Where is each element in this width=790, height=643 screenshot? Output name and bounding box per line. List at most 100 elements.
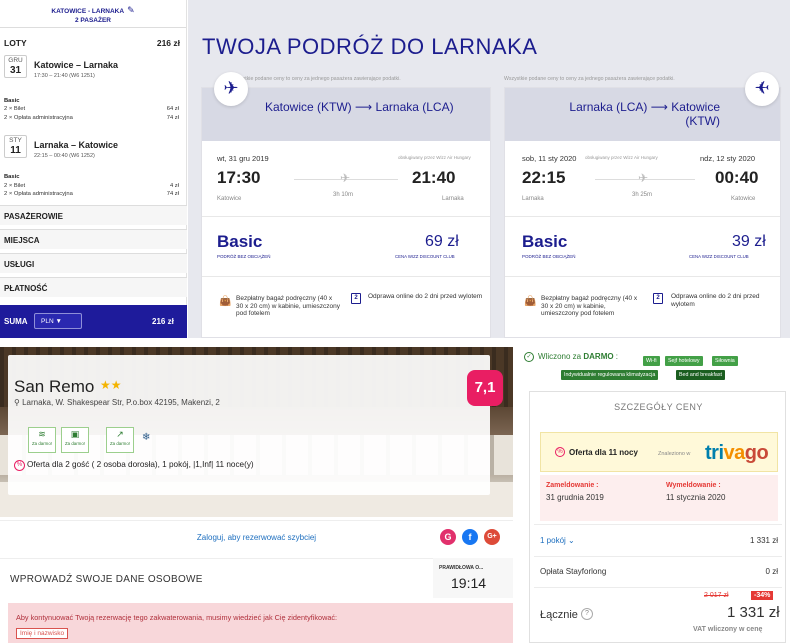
fare-name: Basic xyxy=(4,174,20,180)
price-subtitle: CENA WIZZ DISCOUNT CLUB xyxy=(395,254,455,259)
departure-time: 17:30 xyxy=(217,168,261,187)
total-label: Łącznie xyxy=(540,609,578,621)
price-line-value: 64 zł xyxy=(166,106,179,112)
offer-nights: Oferta dla 11 nocy xyxy=(569,448,638,457)
flight-card-return[interactable]: Larnaka (LCA) ⟶ Katowice (KTW) sob, 11 s… xyxy=(504,87,781,338)
section-services[interactable]: USŁUGI xyxy=(0,253,187,273)
fare-name: Basic xyxy=(217,232,263,251)
fare-label: Basic xyxy=(4,174,179,180)
login-link[interactable]: Zaloguj, aby rezerwować szybciej xyxy=(0,533,513,542)
form-title: WPROWADŹ SWOJE DANE OSOBOWE xyxy=(10,574,203,585)
old-price: 2 017 zł xyxy=(704,592,729,599)
section-seats[interactable]: MIEJSCA xyxy=(0,229,187,249)
tax-note: Wszystkie podane ceny to ceny za jednego… xyxy=(504,76,675,82)
price-line-label: 2 × Bilet xyxy=(4,183,26,189)
flight-day: 31 xyxy=(9,65,22,76)
edit-pencil-icon[interactable]: ✎ xyxy=(127,5,135,15)
ac-icon: ❄ xyxy=(142,432,151,443)
amenity-label: Za darmo! xyxy=(64,441,85,446)
safe-icon: ▣ xyxy=(70,429,80,439)
price-line-label: 2 × Bilet xyxy=(4,106,26,112)
fare-price: 69 zł xyxy=(425,233,459,250)
offer-timer: PRAWIDŁOWA O... 19:14 xyxy=(433,558,513,598)
room-toggle[interactable]: 1 pokój xyxy=(540,536,566,545)
flight-times: 17:30 – 21:40 (W6 1251) xyxy=(34,73,95,79)
wizz-booking-panel: KATOWICE - LARNAKA ✎ 2 PASAŻER LOTY 216 z… xyxy=(0,0,790,338)
card-header: Larnaka (LCA) ⟶ Katowice (KTW) xyxy=(505,88,780,141)
card-route: Katowice (KTW) ⟶ Larnaka (LCA) xyxy=(265,100,454,114)
route-header[interactable]: KATOWICE - LARNAKA ✎ 2 PASAŻER xyxy=(0,0,186,28)
flight-times: 22:15 – 00:40 (W6 1252) xyxy=(34,153,95,159)
amenity-wifi: ≋ Za darmo! xyxy=(28,427,56,453)
vat-note: VAT wliczony w cenę xyxy=(693,626,763,633)
currency-select[interactable]: PLN ▼ xyxy=(34,313,82,329)
divider xyxy=(505,216,780,217)
trivago-logo-text: trivago xyxy=(705,442,769,464)
room-price: 1 331 zł xyxy=(749,536,778,545)
divider xyxy=(202,276,490,277)
flight-duration: 3h 25m xyxy=(632,192,653,198)
price-header: SZCZEGÓŁY CENY xyxy=(614,402,703,412)
price-subtitle: CENA WIZZ DISCOUNT CLUB xyxy=(689,254,749,259)
plane-icon: ✈ xyxy=(638,171,649,185)
flight-card-outbound[interactable]: Katowice (KTW) ⟶ Larnaka (LCA) wt, 31 gr… xyxy=(201,87,491,338)
discount-icon: % xyxy=(14,460,25,471)
total-price: 1 331 zł xyxy=(727,604,780,621)
departure-date: sob, 11 sty 2020 xyxy=(522,154,577,163)
price-line: 2 × Opłata administracyjna 74 zł xyxy=(4,115,179,121)
offer-summary: Oferta dla 2 gość ( 2 osoba dorosła), 1 … xyxy=(27,460,254,469)
chevron-down-icon[interactable]: ⌄ xyxy=(566,536,575,545)
divider xyxy=(534,556,782,557)
price-line-value: 74 zł xyxy=(166,115,179,121)
fare-name: Basic xyxy=(4,98,20,104)
section-payment[interactable]: PŁATNOŚĆ xyxy=(0,277,187,297)
location-pin-icon: ⚲ xyxy=(14,398,23,407)
arrival-city: Larnaka xyxy=(442,196,464,202)
loty-label: LOTY xyxy=(4,38,27,48)
alert-text: Aby kontynuować Twoją rezerwację tego za… xyxy=(16,613,338,622)
hotel-name: San Remo xyxy=(14,377,95,396)
hotel-address: ⚲ Larnaka, W. Shakespear Str, P.o.box 42… xyxy=(14,398,220,407)
amenity-safe: ▣ Za darmo! xyxy=(61,427,89,453)
flight-month: GRU xyxy=(8,57,23,64)
help-icon[interactable]: ? xyxy=(581,608,593,620)
sum-label: SUMA xyxy=(4,317,28,326)
check-icon: ✓ xyxy=(524,352,534,362)
tag-gym: Siłownia xyxy=(712,356,738,366)
price-line-label: 2 × Opłata administracyjna xyxy=(4,191,73,197)
plane-departure-icon: ✈ xyxy=(214,72,248,106)
operator: obsługiwany przez Wizz Air Hungary xyxy=(585,155,658,160)
sum-bar: SUMA PLN ▼ 216 zł xyxy=(0,305,187,338)
fee-label: Opłata Stayforlong xyxy=(540,567,607,576)
arrival-city: Katowice xyxy=(731,196,756,202)
google-login-icon[interactable]: G+ xyxy=(484,529,500,545)
flight-date-chip: GRU 31 xyxy=(4,55,27,78)
departure-date: wt, 31 gru 2019 xyxy=(217,154,269,163)
room-row[interactable]: 1 pokój ⌄ 1 331 zł xyxy=(540,536,778,545)
calendar-icon: 2 xyxy=(653,293,663,304)
loty-row[interactable]: LOTY 216 zł xyxy=(4,38,180,48)
login-bar: Zaloguj, aby rezerwować szybciej xyxy=(0,520,513,552)
fare-price: 39 zł xyxy=(732,233,766,250)
price-line-value: 74 zł xyxy=(166,191,179,197)
departure-time: 22:15 xyxy=(522,168,566,187)
name-field-label[interactable]: Imię i nazwisko xyxy=(16,628,69,639)
arrival-date: ndz, 12 sty 2020 xyxy=(700,154,756,163)
facebook-login-icon[interactable]: f xyxy=(462,529,478,545)
fee-row: Opłata Stayforlong 0 zł xyxy=(540,567,778,576)
tag-breakfast: Bed and breakfast xyxy=(676,370,725,380)
section-passengers[interactable]: PASAŻEROWIE xyxy=(0,205,187,225)
card-route: Larnaka (LCA) ⟶ Katowice (KTW) xyxy=(569,100,720,128)
price-line: 2 × Bilet 64 zł xyxy=(4,106,179,112)
flight-month: STY xyxy=(9,137,22,144)
trivago-logo: trivago xyxy=(705,442,769,465)
found-on: Znaleziono w xyxy=(658,451,691,457)
arrival-time: 00:40 xyxy=(715,168,759,187)
bag-icon: 👜 xyxy=(524,296,537,307)
flight-route: Katowice – Larnaka xyxy=(34,60,119,70)
instagram-login-icon[interactable]: G xyxy=(440,529,456,545)
divider xyxy=(505,276,780,277)
amenity-gym: ↗ Za darmo! xyxy=(106,427,134,453)
timer-label: PRAWIDŁOWA O... xyxy=(439,565,484,571)
divider xyxy=(202,216,490,217)
